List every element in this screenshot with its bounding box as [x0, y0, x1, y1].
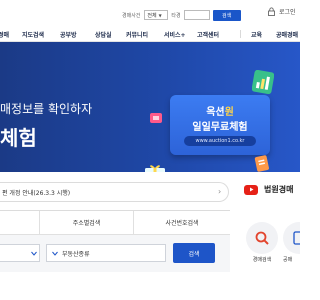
nav-item-community[interactable]: 커뮤니티 [126, 30, 148, 39]
tab-case-number-search[interactable]: 사건번호검색 [134, 211, 230, 235]
notice-bar[interactable]: 편 개정 안내(26.3.3 시행) › [0, 182, 229, 202]
lock-icon [268, 7, 275, 16]
nav-item-study[interactable]: 공부방 [60, 30, 77, 39]
top-utility-bar: 경매사건 전체 ▼ 타경 검색 로그인 [0, 0, 300, 26]
property-type-select[interactable]: 부동산종류 [46, 244, 166, 262]
logo-suffix: 원 [224, 107, 234, 118]
free-trial-text: 일일무료체험 [192, 122, 248, 133]
gift-icon [145, 165, 165, 172]
login-label: 로그인 [279, 9, 296, 16]
nav-item-auction[interactable]: 경매 [0, 30, 9, 39]
chevron-right-icon: › [218, 187, 222, 196]
notice-text: 편 개정 안내(26.3.3 시행) [2, 190, 71, 197]
case-court-select-value: 전체 [147, 12, 157, 19]
hero-title: 체험 [0, 126, 37, 150]
tab-address-search[interactable]: 주소별검색 [40, 211, 134, 235]
chevron-down-icon: ▼ [158, 12, 162, 18]
login-link[interactable]: 로그인 [268, 7, 296, 16]
chevron-down-icon [52, 251, 58, 256]
quick-menu-icon-wrap [246, 222, 278, 254]
case-search-button[interactable]: 검색 [212, 9, 241, 21]
nav-divider [240, 30, 241, 38]
case-label: 경매사건 [122, 12, 141, 19]
nav-item-public-auction[interactable]: 공매경매 [276, 30, 298, 39]
case-number-input[interactable] [183, 10, 210, 20]
chevron-down-icon [31, 251, 37, 256]
search-icon [255, 231, 269, 245]
hero-banner[interactable]: 매정보를 확인하자 체험 옥션원 일일무료체험 www.auction1.co.… [0, 42, 300, 172]
nav-item-service-plus[interactable]: 서비스+ [164, 30, 186, 39]
quick-menu-label: 공매 [283, 257, 293, 263]
search-panel: 주소별검색 사건번호검색 부동산종류 검색 [0, 210, 230, 272]
quick-menu-auction-search[interactable]: 경매검색 [245, 218, 279, 268]
document-icon [293, 231, 300, 245]
hero-subtitle: 매정보를 확인하자 [0, 102, 93, 116]
tab-general-search[interactable] [0, 211, 40, 235]
ticket-icon [150, 113, 162, 123]
logo-prefix: 옥션 [206, 107, 225, 118]
year-label: 타경 [171, 12, 181, 19]
main-nav: 경매 지도검색 공부방 상담실 커뮤니티 서비스+ 고객센터 교육 공매경매 [0, 26, 300, 42]
quick-menu-public-auction[interactable]: 공매 [283, 218, 300, 268]
auction1-logo: 옥션원 [170, 103, 270, 118]
youtube-icon [244, 184, 258, 195]
quick-menu-label: 경매검색 [252, 257, 272, 263]
nav-item-consult[interactable]: 상담실 [95, 30, 112, 39]
property-type-value: 부동산종류 [62, 250, 90, 258]
document-icon [254, 155, 269, 172]
case-search-group: 경매사건 전체 ▼ 타경 검색 [122, 9, 241, 21]
nav-item-support[interactable]: 고객센터 [197, 30, 219, 39]
youtube-label: 법원경매 [264, 185, 294, 194]
search-submit-button[interactable]: 검색 [173, 243, 215, 263]
nav-item-education[interactable]: 교육 [251, 30, 262, 39]
region-select[interactable] [0, 244, 40, 262]
youtube-link[interactable]: 법원경매 [244, 184, 293, 195]
bar-chart-icon [252, 70, 274, 94]
site-url: www.auction1.co.kr [184, 136, 256, 146]
quick-menu-icon-wrap [283, 222, 300, 254]
nav-item-map-search[interactable]: 지도검색 [22, 30, 44, 39]
case-court-select[interactable]: 전체 ▼ [144, 10, 169, 20]
free-trial-card[interactable]: 옥션원 일일무료체험 www.auction1.co.kr [170, 95, 270, 155]
